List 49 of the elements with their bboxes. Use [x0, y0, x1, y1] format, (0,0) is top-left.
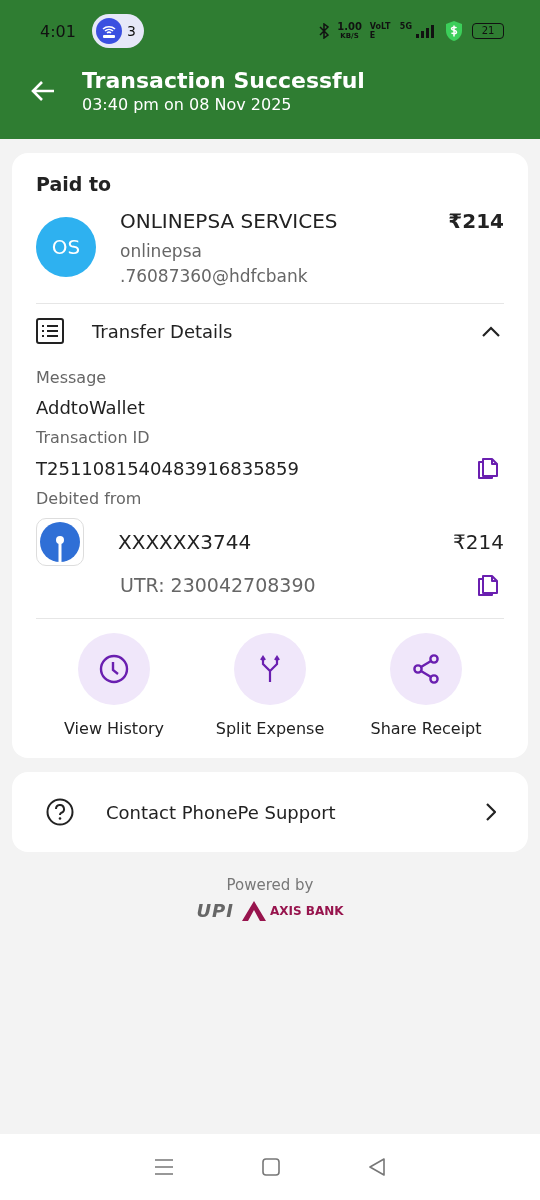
net-speed: 1.00 — [337, 22, 362, 32]
field-label: Message — [36, 368, 108, 387]
payee-upi-id: onlinepsa .76087360@hdfcbank — [120, 240, 309, 288]
utr-number: UTR: 230042708390 — [120, 574, 316, 596]
action-label: Share Receipt — [370, 719, 482, 738]
battery-icon: 21 — [472, 23, 504, 39]
support-label: Contact PhonePe Support — [106, 801, 337, 823]
account-number: XXXXXX3744 — [118, 530, 253, 554]
clock-icon — [99, 654, 129, 684]
payee-name: ONLINEPSA SERVICES — [120, 209, 339, 233]
chevron-icon — [482, 325, 500, 337]
menu-icon[interactable] — [154, 1159, 174, 1175]
copy-button[interactable] — [478, 457, 498, 479]
shield-icon — [444, 20, 464, 42]
bank-logo-icon — [36, 518, 84, 566]
action-label: Split Expense — [215, 719, 325, 738]
support-row[interactable]: Contact PhonePe Support — [12, 772, 528, 852]
volte-label: VoLTE — [369, 22, 392, 40]
share-icon — [412, 654, 440, 684]
split-arrows-icon — [260, 655, 280, 683]
status-time: 4:01 — [40, 21, 76, 41]
field-value: T2511081540483916835859 — [36, 457, 299, 479]
transaction-time: 03:40 pm on 08 Nov 2025 — [82, 95, 293, 114]
bank-logo-text: AXIS BANK — [269, 903, 344, 918]
chevron-right-icon — [485, 803, 496, 821]
payment-amount: ₹214 — [448, 209, 504, 233]
bluetooth-icon — [319, 23, 330, 39]
payee-avatar: OS — [36, 217, 96, 277]
help-icon — [46, 798, 74, 826]
signal-icon — [416, 24, 436, 38]
powered-by-label: Powered by — [226, 876, 314, 894]
transfer-details-toggle[interactable]: Transfer Details — [36, 304, 504, 358]
bank-logo-icon — [241, 900, 266, 921]
back-nav-button[interactable] — [368, 1158, 386, 1176]
field-label: Transaction ID — [36, 428, 151, 447]
upi-logo: UPI — [196, 900, 234, 921]
list-icon — [36, 318, 64, 344]
hotspot-icon — [95, 18, 122, 44]
back-button[interactable] — [30, 80, 56, 102]
network-label: 5G — [399, 22, 412, 31]
hotspot-badge: 3 — [91, 14, 144, 48]
home-button[interactable] — [262, 1158, 280, 1176]
debit-amount: ₹214 — [453, 530, 504, 554]
field-value: AddtoWallet — [36, 397, 145, 418]
copy-button[interactable] — [478, 574, 498, 596]
section-heading: Paid to — [36, 173, 113, 195]
action-label: View History — [64, 719, 164, 738]
screen-title: Transaction Successful — [82, 68, 365, 93]
field-label: Debited from — [36, 489, 143, 508]
